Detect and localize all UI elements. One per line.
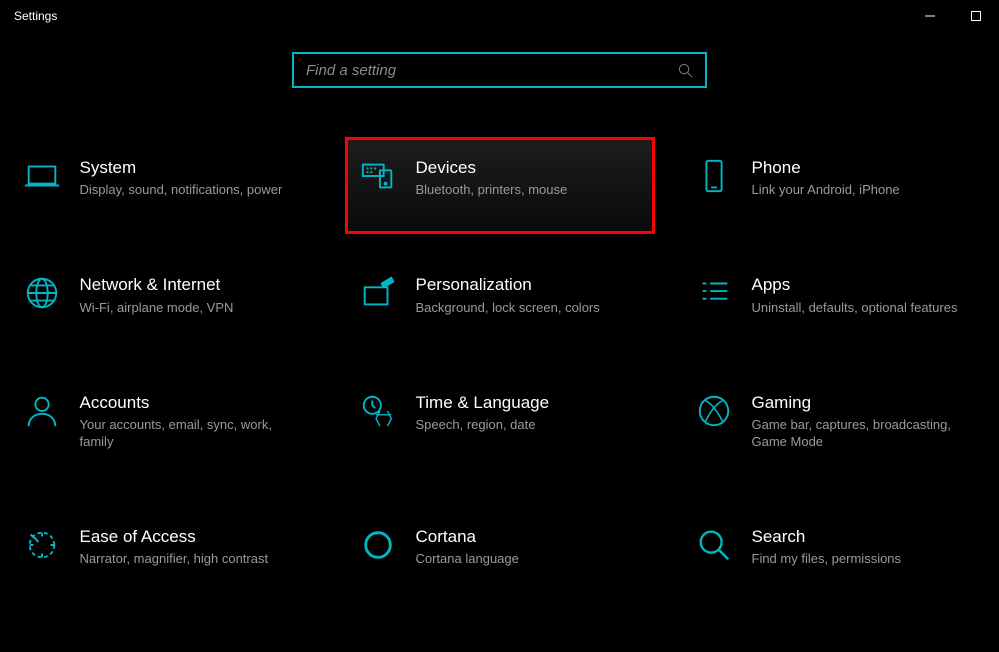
search-icon xyxy=(678,63,693,78)
tile-apps[interactable]: Apps Uninstall, defaults, optional featu… xyxy=(686,265,986,324)
search-input[interactable] xyxy=(306,54,678,86)
tile-title: Phone xyxy=(752,158,978,178)
tile-accounts[interactable]: Accounts Your accounts, email, sync, wor… xyxy=(14,383,314,459)
tile-search[interactable]: Search Find my files, permissions xyxy=(686,517,986,576)
tile-desc: Your accounts, email, sync, work, family xyxy=(80,417,306,451)
window-title: Settings xyxy=(14,9,57,23)
tile-ease[interactable]: Ease of Access Narrator, magnifier, high… xyxy=(14,517,314,576)
maximize-button[interactable] xyxy=(953,0,999,32)
time-language-icon xyxy=(358,391,398,431)
tile-title: Cortana xyxy=(416,527,642,547)
apps-icon xyxy=(694,273,734,313)
phone-icon xyxy=(694,156,734,196)
tile-network[interactable]: Network & Internet Wi-Fi, airplane mode,… xyxy=(14,265,314,324)
tile-title: Devices xyxy=(416,158,642,178)
person-icon xyxy=(22,391,62,431)
xbox-icon xyxy=(694,391,734,431)
tile-desc: Speech, region, date xyxy=(416,417,642,434)
search-box[interactable] xyxy=(292,52,707,88)
tile-desc: Narrator, magnifier, high contrast xyxy=(80,551,306,568)
tile-desc: Find my files, permissions xyxy=(752,551,978,568)
tile-desc: Bluetooth, printers, mouse xyxy=(416,182,642,199)
tile-title: Time & Language xyxy=(416,393,642,413)
tile-title: Personalization xyxy=(416,275,642,295)
tile-time[interactable]: Time & Language Speech, region, date xyxy=(350,383,650,459)
minimize-button[interactable] xyxy=(907,0,953,32)
laptop-icon xyxy=(22,156,62,196)
tile-title: Apps xyxy=(752,275,978,295)
tile-desc: Game bar, captures, broadcasting, Game M… xyxy=(752,417,978,451)
tile-title: Ease of Access xyxy=(80,527,306,547)
devices-icon xyxy=(358,156,398,196)
tile-personalization[interactable]: Personalization Background, lock screen,… xyxy=(350,265,650,324)
tile-title: Gaming xyxy=(752,393,978,413)
tile-desc: Display, sound, notifications, power xyxy=(80,182,306,199)
magnifier-icon xyxy=(694,525,734,565)
paint-icon xyxy=(358,273,398,313)
tile-title: Accounts xyxy=(80,393,306,413)
settings-grid: System Display, sound, notifications, po… xyxy=(0,88,999,576)
tile-phone[interactable]: Phone Link your Android, iPhone xyxy=(686,148,986,207)
tile-desc: Background, lock screen, colors xyxy=(416,300,642,317)
tile-desc: Wi-Fi, airplane mode, VPN xyxy=(80,300,306,317)
tile-title: Network & Internet xyxy=(80,275,306,295)
cortana-icon xyxy=(358,525,398,565)
tile-desc: Uninstall, defaults, optional features xyxy=(752,300,978,317)
ease-of-access-icon xyxy=(22,525,62,565)
tile-desc: Cortana language xyxy=(416,551,642,568)
tile-cortana[interactable]: Cortana Cortana language xyxy=(350,517,650,576)
titlebar: Settings xyxy=(0,0,999,32)
tile-system[interactable]: System Display, sound, notifications, po… xyxy=(14,148,314,207)
tile-title: Search xyxy=(752,527,978,547)
globe-icon xyxy=(22,273,62,313)
tile-devices[interactable]: Devices Bluetooth, printers, mouse xyxy=(345,137,655,234)
tile-title: System xyxy=(80,158,306,178)
tile-desc: Link your Android, iPhone xyxy=(752,182,978,199)
tile-gaming[interactable]: Gaming Game bar, captures, broadcasting,… xyxy=(686,383,986,459)
